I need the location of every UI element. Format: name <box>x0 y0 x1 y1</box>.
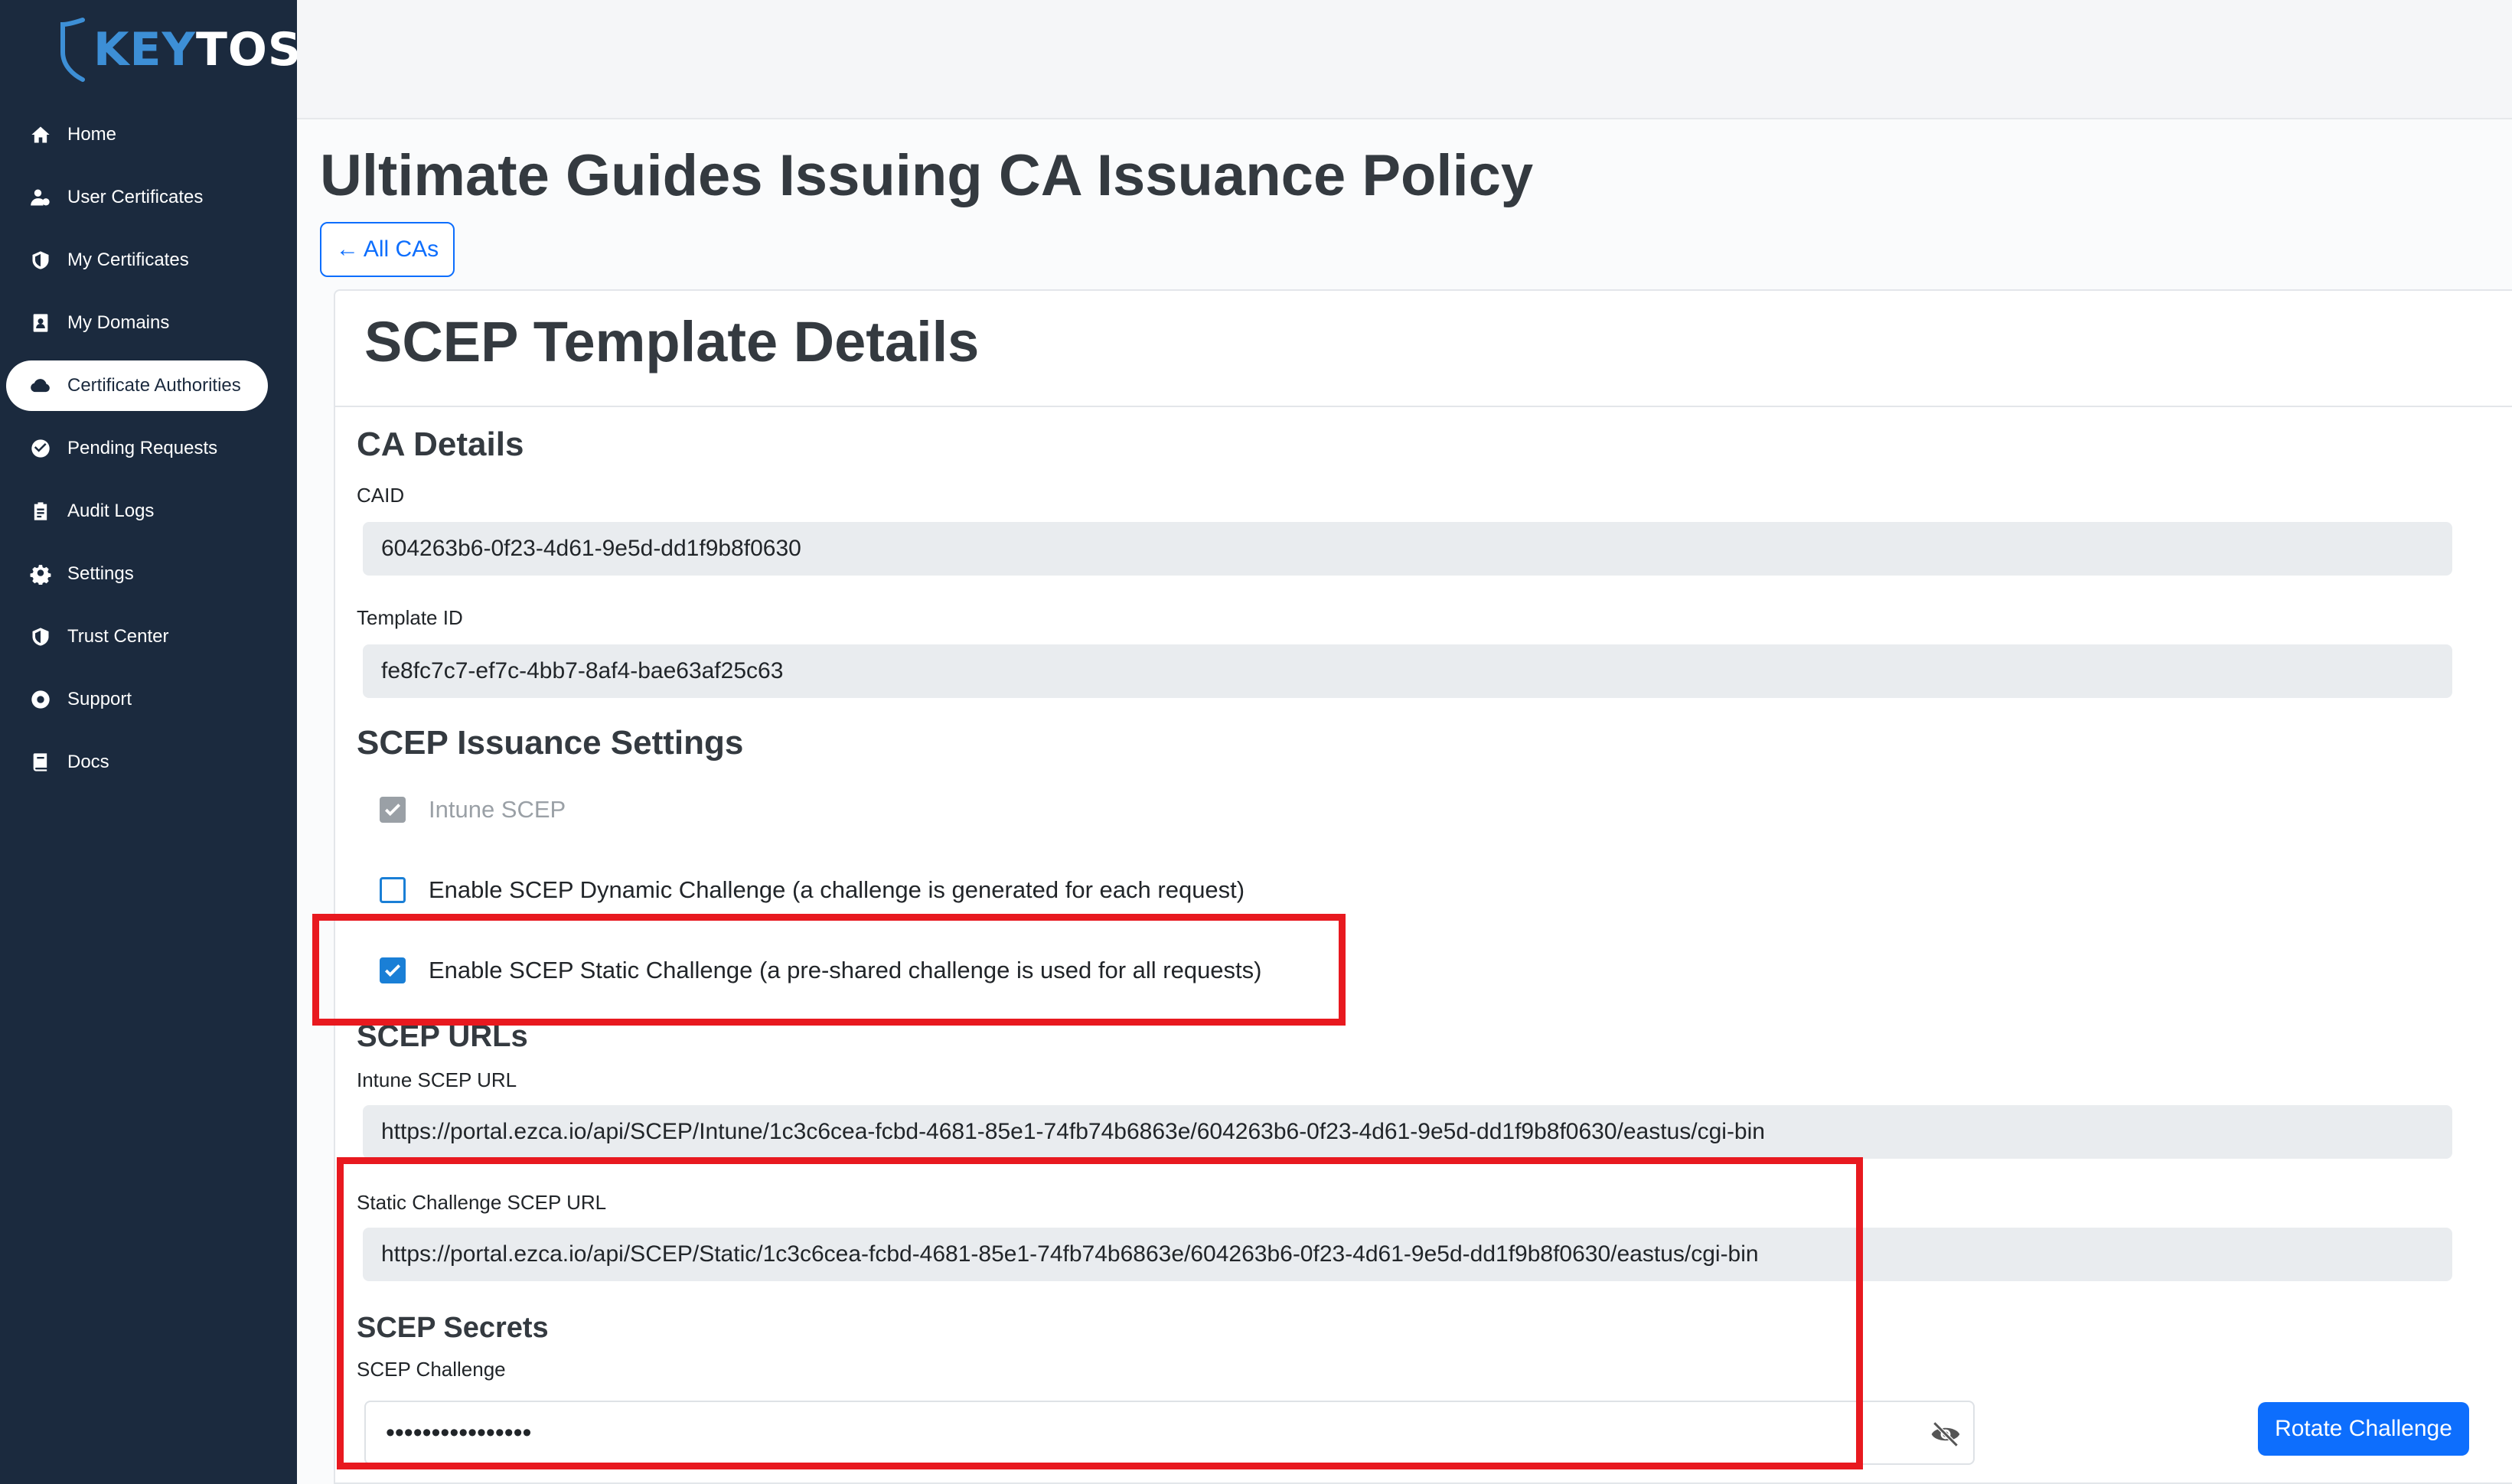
intune-scep-checkbox-row[interactable]: Intune SCEP <box>380 796 566 824</box>
shield-icon <box>29 625 52 648</box>
scep-issuance-heading: SCEP Issuance Settings <box>357 724 744 762</box>
template-id-label: Template ID <box>357 606 463 629</box>
sidebar-item-label: My Domains <box>67 312 170 333</box>
sidebar-item-label: Trust Center <box>67 626 169 647</box>
static-url-secrets-highlight <box>337 1157 1863 1469</box>
shield-icon <box>29 249 52 272</box>
sidebar-item-label: Audit Logs <box>67 501 155 521</box>
check-circle-icon <box>29 437 52 460</box>
sidebar-item-label: Certificate Authorities <box>67 375 241 396</box>
page-title: Ultimate Guides Issuing CA Issuance Poli… <box>320 143 1534 208</box>
caid-field[interactable]: 604263b6-0f23-4d61-9e5d-dd1f9b8f0630 <box>363 522 2452 576</box>
home-icon <box>29 123 52 146</box>
eye-slash-icon[interactable] <box>1929 1417 1962 1451</box>
sidebar-item-audit-logs[interactable]: Audit Logs <box>6 486 268 537</box>
all-cas-button[interactable]: ← All CAs <box>320 222 455 277</box>
rotate-challenge-button[interactable]: Rotate Challenge <box>2258 1402 2469 1456</box>
sidebar-item-label: Home <box>67 124 117 145</box>
dynamic-challenge-checkbox-row[interactable]: Enable SCEP Dynamic Challenge (a challen… <box>380 876 1245 904</box>
sidebar-item-label: My Certificates <box>67 250 189 270</box>
sidebar-item-trust-center[interactable]: Trust Center <box>6 612 268 662</box>
intune-scep-label: Intune SCEP <box>429 796 566 823</box>
clipboard-icon <box>29 500 52 523</box>
ca-details-heading: CA Details <box>357 426 524 463</box>
all-cas-button-label: All CAs <box>363 236 439 262</box>
intune-scep-url-field[interactable]: https://portal.ezca.io/api/SCEP/Intune/1… <box>363 1105 2452 1159</box>
sidebar-item-support[interactable]: Support <box>6 674 268 725</box>
template-id-field[interactable]: fe8fc7c7-ef7c-4bb7-8af4-bae63af25c63 <box>363 644 2452 698</box>
static-challenge-highlight <box>312 914 1346 1026</box>
sidebar-item-home[interactable]: Home <box>6 109 268 160</box>
user-certificate-icon <box>29 186 52 209</box>
dynamic-challenge-label: Enable SCEP Dynamic Challenge (a challen… <box>429 876 1245 903</box>
arrow-left-icon: ← <box>335 236 359 262</box>
id-card-icon <box>29 311 52 334</box>
checkmark-icon <box>384 804 401 817</box>
sidebar-item-label: Docs <box>67 752 109 772</box>
shield-logo-icon <box>60 18 85 82</box>
intune-scep-checkbox[interactable] <box>380 797 406 823</box>
sidebar-item-label: Settings <box>67 563 134 584</box>
life-ring-icon <box>29 688 52 711</box>
gear-icon <box>29 563 52 585</box>
top-bar <box>297 0 2512 119</box>
card-header: SCEP Template Details <box>335 291 2512 407</box>
book-icon <box>29 751 52 774</box>
sidebar-item-pending-requests[interactable]: Pending Requests <box>6 423 268 474</box>
sidebar-item-label: User Certificates <box>67 187 204 207</box>
sidebar-item-settings[interactable]: Settings <box>6 549 268 599</box>
keytos-logo[interactable]: KEYTOS <box>60 15 302 84</box>
sidebar-item-certificate-authorities[interactable]: Certificate Authorities <box>6 360 268 411</box>
sidebar-item-my-certificates[interactable]: My Certificates <box>6 235 268 285</box>
sidebar-item-label: Pending Requests <box>67 438 218 458</box>
card-title: SCEP Template Details <box>364 310 980 373</box>
sidebar-item-user-certificates[interactable]: User Certificates <box>6 172 268 223</box>
sidebar-item-docs[interactable]: Docs <box>6 737 268 788</box>
sidebar: KEYTOS Home User Certificates My Certifi… <box>0 0 301 1484</box>
sidebar-item-label: Support <box>67 689 132 709</box>
caid-label: CAID <box>357 484 405 507</box>
logo-text: KEYTOS <box>93 23 302 77</box>
sidebar-item-my-domains[interactable]: My Domains <box>6 298 268 348</box>
intune-scep-url-label: Intune SCEP URL <box>357 1068 517 1091</box>
cloud-icon <box>29 374 52 397</box>
dynamic-challenge-checkbox[interactable] <box>380 877 406 903</box>
